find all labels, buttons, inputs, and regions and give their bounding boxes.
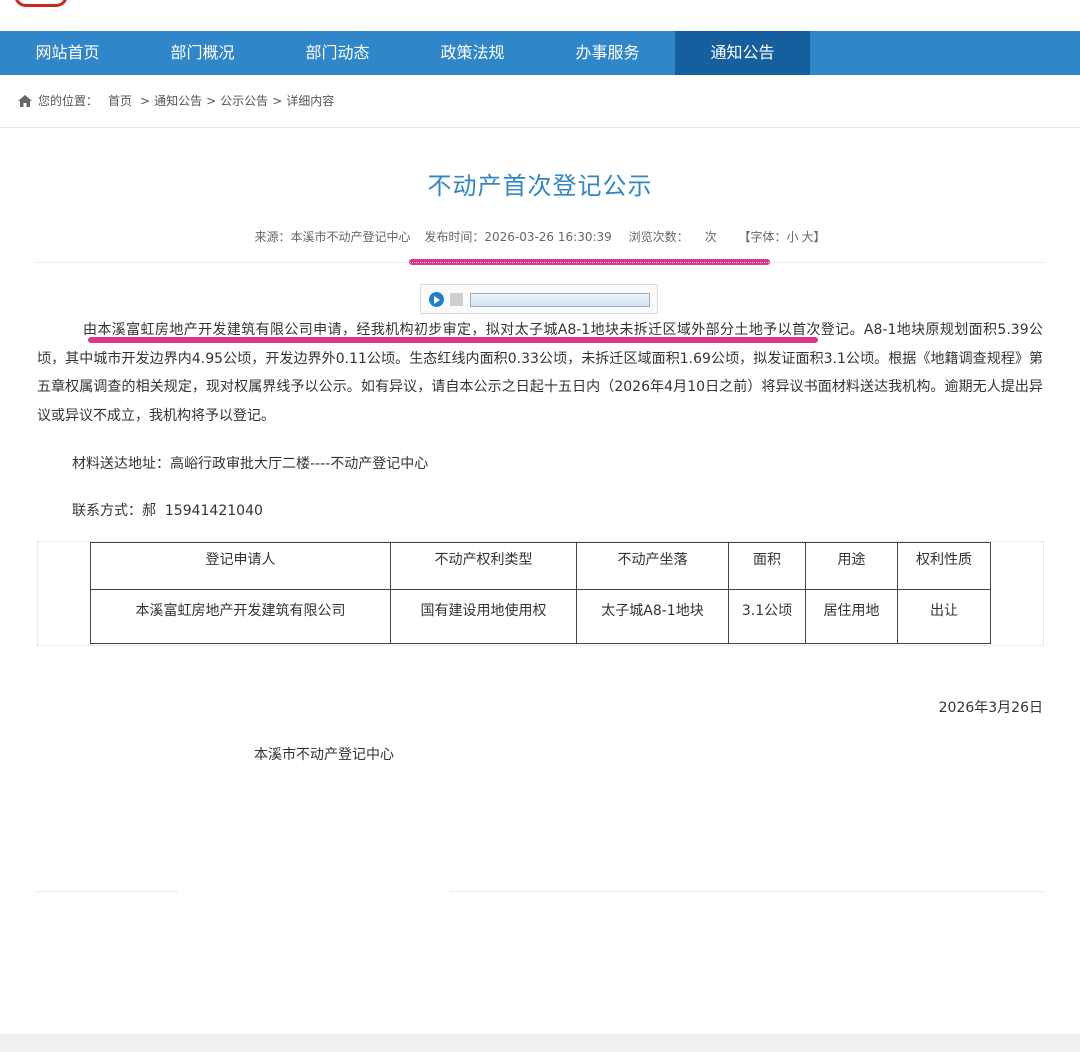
- nav-item-policies[interactable]: 政策法规: [405, 31, 540, 75]
- font-size-switcher: 【字体：小 大】: [738, 230, 826, 244]
- home-icon: [18, 94, 32, 107]
- source-label: 来源：本溪市不动产登记中心: [254, 230, 411, 244]
- audio-progress-bar[interactable]: [470, 293, 650, 307]
- footer-divider-right: [450, 891, 1043, 892]
- table-left-border: [37, 541, 38, 645]
- table-header-row: 登记申请人 不动产权利类型 不动产坐落 面积 用途 权利性质: [90, 542, 991, 590]
- nav-item-department-overview[interactable]: 部门概况: [135, 31, 270, 75]
- table-header: 权利性质: [897, 542, 991, 590]
- publish-time: 发布时间：2026-03-26 16:30:39: [424, 230, 612, 244]
- notice-date: 2026年3月26日: [938, 700, 1043, 716]
- breadcrumb-announcements[interactable]: 公示公告: [220, 92, 268, 109]
- nav-item-services[interactable]: 办事服务: [540, 31, 675, 75]
- breadcrumb-separator: >: [140, 93, 151, 108]
- page-footer: [0, 1034, 1080, 1052]
- table-cell: 居住用地: [805, 589, 898, 644]
- breadcrumb: 您的位置： 首页 > 通知公告 > 公示公告 > 详细内容: [18, 92, 334, 109]
- nav-item-home[interactable]: 网站首页: [0, 31, 135, 75]
- font-small-button[interactable]: 小: [786, 230, 798, 244]
- audio-player: [420, 284, 658, 314]
- table-header: 登记申请人: [90, 542, 391, 590]
- view-count: 浏览次数：次: [628, 230, 717, 244]
- header-divider: [0, 127, 1080, 128]
- table-bottom-border: [37, 645, 1043, 646]
- table-cell: 太子城A8-1地块: [576, 589, 729, 644]
- breadcrumb-notices[interactable]: 通知公告: [154, 92, 202, 109]
- nav-item-notices[interactable]: 通知公告: [675, 31, 810, 75]
- table-header: 用途: [805, 542, 898, 590]
- breadcrumb-current: 详细内容: [286, 94, 335, 108]
- delivery-address: 材料送达地址：高峪行政审批大厅二楼----不动产登记中心: [72, 456, 429, 472]
- table-cell: 出让: [897, 589, 991, 644]
- breadcrumb-separator: >: [206, 93, 217, 108]
- breadcrumb-home[interactable]: 首页: [108, 92, 132, 109]
- table-header: 不动产权利类型: [390, 542, 577, 590]
- table-cell: 国有建设用地使用权: [390, 589, 577, 644]
- table-header: 不动产坐落: [576, 542, 729, 590]
- page-title: 不动产首次登记公示: [427, 172, 653, 200]
- contact-info: 联系方式：郝 15941421040: [72, 503, 263, 519]
- issuing-organization: 本溪市不动产登记中心: [254, 747, 394, 763]
- site-logo: [14, 0, 68, 7]
- font-large-button[interactable]: 大: [802, 230, 814, 244]
- main-nav: 网站首页 部门概况 部门动态 政策法规 办事服务 通知公告: [0, 31, 1080, 75]
- table-cell: 3.1公顷: [728, 589, 806, 644]
- highlight-mark-body: [88, 337, 818, 343]
- registration-table: 登记申请人 不动产权利类型 不动产坐落 面积 用途 权利性质 本溪富虹房地产开发…: [90, 542, 991, 644]
- table-right-border: [1043, 541, 1044, 645]
- article-body: 由本溪富虹房地产开发建筑有限公司申请，经我机构初步审定，拟对太子城A8-1地块未…: [37, 322, 1043, 424]
- breadcrumb-separator: >: [272, 93, 283, 108]
- footer-divider-left: [37, 891, 177, 892]
- stop-icon[interactable]: [450, 293, 463, 306]
- nav-item-department-news[interactable]: 部门动态: [270, 31, 405, 75]
- article-meta: 来源：本溪市不动产登记中心 发布时间：2026-03-26 16:30:39 浏…: [0, 228, 1080, 245]
- table-header: 面积: [728, 542, 806, 590]
- play-icon[interactable]: [429, 292, 444, 307]
- breadcrumb-prefix: 您的位置：: [38, 94, 99, 108]
- table-row: 本溪富虹房地产开发建筑有限公司 国有建设用地使用权 太子城A8-1地块 3.1公…: [90, 589, 991, 644]
- table-cell: 本溪富虹房地产开发建筑有限公司: [90, 589, 391, 644]
- meta-divider: [37, 262, 1043, 263]
